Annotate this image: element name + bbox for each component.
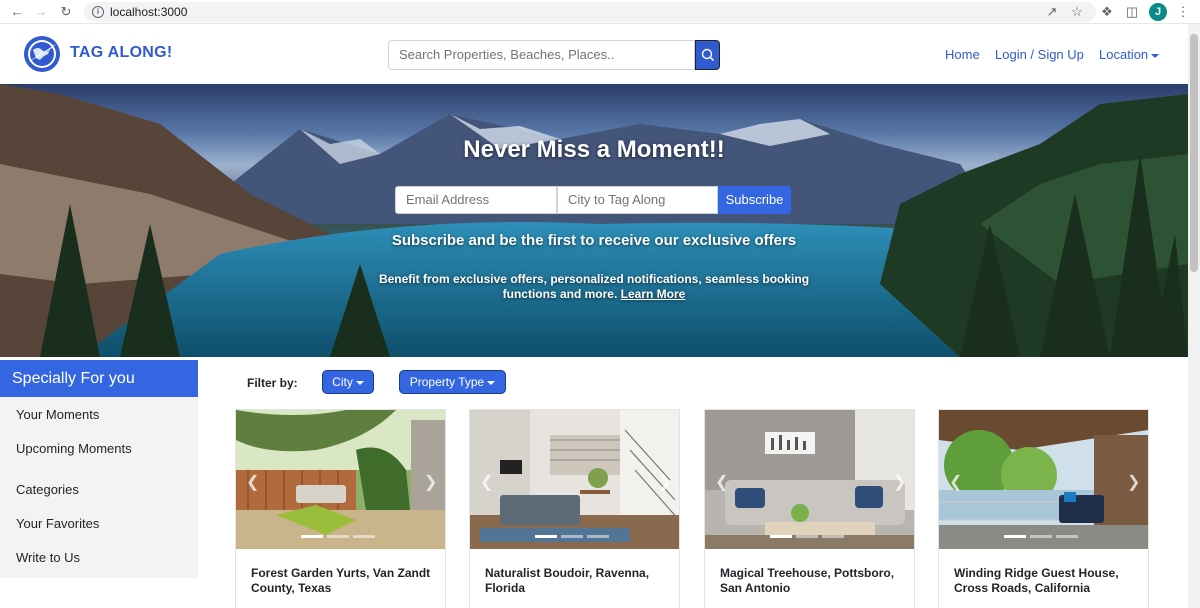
hero-subtitle: Subscribe and be the first to receive ou… xyxy=(391,232,797,249)
city-filter-label: City xyxy=(332,375,353,389)
carousel-indicators[interactable] xyxy=(301,525,381,538)
city-filter-dropdown[interactable]: City xyxy=(322,370,374,394)
property-card[interactable]: ❮ ❯ Magical Treehouse, Pottsboro, San An… xyxy=(704,409,915,608)
carousel-next-icon[interactable]: ❯ xyxy=(893,472,906,492)
chevron-down-icon xyxy=(355,380,364,385)
sidebar-item-your-moments[interactable]: Your Moments xyxy=(16,407,99,422)
extensions-icon[interactable]: ❖ xyxy=(1098,3,1116,21)
carousel-prev-icon[interactable]: ❮ xyxy=(715,472,728,492)
learn-more-link[interactable]: Learn More xyxy=(621,287,686,301)
reload-icon[interactable]: ↻ xyxy=(57,3,75,21)
forward-icon[interactable]: → xyxy=(32,3,50,21)
back-icon[interactable]: ← xyxy=(8,3,26,21)
email-field[interactable]: Email Address xyxy=(395,186,557,214)
property-photo: ❮ ❯ xyxy=(470,410,679,549)
site-navbar: TAG ALONG! Search Properties, Beaches, P… xyxy=(0,24,1188,84)
brand-name[interactable]: TAG ALONG! xyxy=(70,44,173,62)
carousel-prev-icon[interactable]: ❮ xyxy=(480,472,493,492)
property-card[interactable]: ❮ ❯ Forest Garden Yurts, Van Zandt Count… xyxy=(235,409,446,608)
browser-menu-icon[interactable]: ⋮ xyxy=(1174,3,1192,21)
property-card[interactable]: ❮ ❯ Naturalist Boudoir, Ravenna, Florida xyxy=(469,409,680,608)
property-card[interactable]: ❮ ❯ Winding Ridge Guest House, Cross Roa… xyxy=(938,409,1149,608)
address-bar[interactable]: i localhost:3000 xyxy=(84,2,1096,22)
sidebar: Specially For you Your Moments Upcoming … xyxy=(0,360,198,578)
site-info-icon[interactable]: i xyxy=(92,6,104,18)
carousel-next-icon[interactable]: ❯ xyxy=(424,472,437,492)
chevron-down-icon xyxy=(487,380,496,385)
hero-description-text: Benefit from exclusive offers, personali… xyxy=(378,272,810,301)
search-icon xyxy=(701,48,715,62)
nav-login-signup-link[interactable]: Login / Sign Up xyxy=(995,47,1084,62)
sidebar-item-your-favorites[interactable]: Your Favorites xyxy=(16,516,99,531)
search-input[interactable]: Search Properties, Beaches, Places.. xyxy=(388,40,695,70)
carousel-indicators[interactable] xyxy=(770,525,850,538)
scrollbar-thumb[interactable] xyxy=(1190,34,1198,272)
page-scrollbar[interactable] xyxy=(1188,24,1200,608)
hero-banner: Never Miss a Moment!! Email Address City… xyxy=(0,84,1188,357)
property-title[interactable]: Winding Ridge Guest House, Cross Roads, … xyxy=(954,566,1139,596)
filter-label: Filter by: xyxy=(247,376,298,390)
globe-logo-icon[interactable] xyxy=(24,36,60,72)
bookmark-star-icon[interactable]: ☆ xyxy=(1068,3,1086,21)
hero-description: Benefit from exclusive offers, personali… xyxy=(378,272,810,302)
search-button[interactable] xyxy=(695,40,720,70)
property-photo: ❮ ❯ xyxy=(939,410,1148,549)
property-type-filter-dropdown[interactable]: Property Type xyxy=(399,370,506,394)
nav-home-link[interactable]: Home xyxy=(945,47,980,62)
property-title[interactable]: Naturalist Boudoir, Ravenna, Florida xyxy=(485,566,670,596)
sidebar-item-upcoming-moments[interactable]: Upcoming Moments xyxy=(16,441,132,456)
sidebar-heading: Specially For you xyxy=(0,360,198,397)
side-panel-icon[interactable]: ◫ xyxy=(1123,3,1141,21)
carousel-prev-icon[interactable]: ❮ xyxy=(246,472,259,492)
property-photo: ❮ ❯ xyxy=(236,410,445,549)
profile-avatar[interactable]: J xyxy=(1149,3,1167,21)
subscribe-button[interactable]: Subscribe xyxy=(718,186,791,214)
property-title[interactable]: Magical Treehouse, Pottsboro, San Antoni… xyxy=(720,566,905,596)
sidebar-item-write-to-us[interactable]: Write to Us xyxy=(16,550,80,565)
mountain-lake-image xyxy=(0,84,1188,357)
share-icon[interactable]: ↗ xyxy=(1043,3,1061,21)
carousel-prev-icon[interactable]: ❮ xyxy=(949,472,962,492)
hero-title: Never Miss a Moment!! xyxy=(463,136,725,163)
url-text: localhost:3000 xyxy=(110,5,188,19)
carousel-indicators[interactable] xyxy=(1004,525,1084,538)
carousel-indicators[interactable] xyxy=(535,525,615,538)
sidebar-item-categories[interactable]: Categories xyxy=(16,482,79,497)
property-type-filter-label: Property Type xyxy=(409,375,485,389)
location-label: Location xyxy=(1099,47,1149,62)
property-photo: ❮ ❯ xyxy=(705,410,914,549)
carousel-next-icon[interactable]: ❯ xyxy=(1127,472,1140,492)
city-field[interactable]: City to Tag Along xyxy=(557,186,718,214)
carousel-next-icon[interactable]: ❯ xyxy=(658,472,671,492)
browser-toolbar: ← → ↻ i localhost:3000 ↗ ☆ ❖ ◫ J ⋮ xyxy=(0,0,1200,24)
nav-location-dropdown[interactable]: Location xyxy=(1099,47,1160,62)
chevron-down-icon xyxy=(1151,53,1160,58)
property-title[interactable]: Forest Garden Yurts, Van Zandt County, T… xyxy=(251,566,436,596)
